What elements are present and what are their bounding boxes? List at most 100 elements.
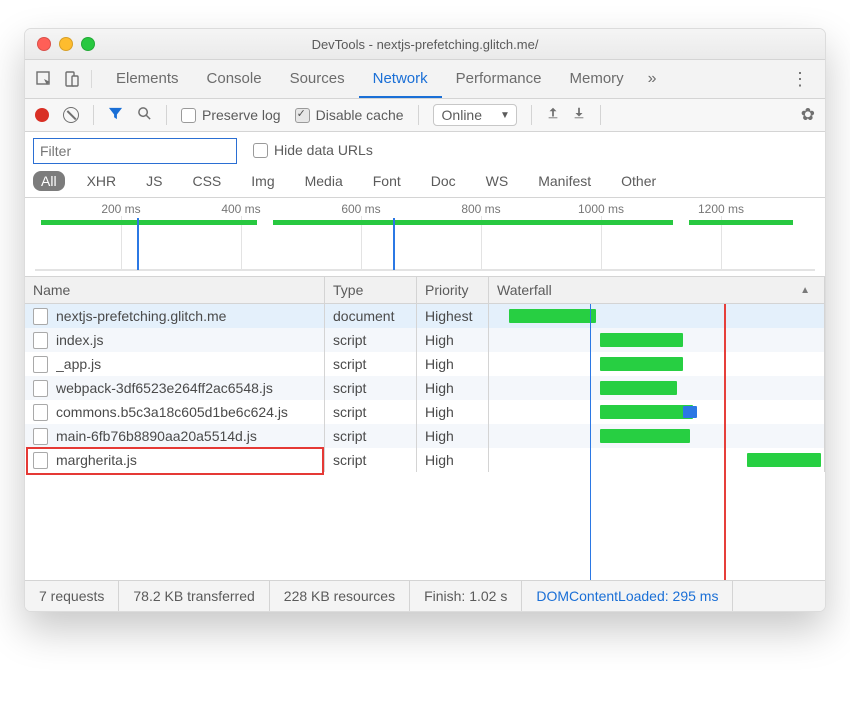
clear-button[interactable] [63, 107, 79, 123]
table-row[interactable]: margherita.js scriptHigh [25, 448, 825, 472]
waterfall-bar [600, 357, 684, 371]
request-name: index.js [56, 332, 103, 348]
status-dcl: DOMContentLoaded: 295 ms [522, 581, 733, 611]
waterfall-bar [509, 309, 596, 323]
waterfall-bar [600, 405, 694, 419]
tab-sources[interactable]: Sources [276, 60, 359, 98]
window-title: DevTools - nextjs-prefetching.glitch.me/ [25, 37, 825, 52]
column-priority[interactable]: Priority [417, 277, 489, 303]
separator [531, 105, 532, 125]
status-transferred: 78.2 KB transferred [119, 581, 269, 611]
file-icon [33, 356, 48, 373]
timeline-tick: 200 ms [101, 202, 140, 216]
file-icon [33, 428, 48, 445]
tab-console[interactable]: Console [193, 60, 276, 98]
request-type: script [325, 448, 417, 472]
separator [418, 105, 419, 125]
request-name: webpack-3df6523e264ff2ac6548.js [56, 380, 273, 396]
request-type: script [325, 400, 417, 424]
file-icon [33, 404, 48, 421]
titlebar: DevTools - nextjs-prefetching.glitch.me/ [25, 29, 825, 60]
tab-memory[interactable]: Memory [556, 60, 638, 98]
settings-icon[interactable]: ✿ [801, 105, 815, 125]
disable-cache-checkbox[interactable]: Disable cache [295, 107, 404, 124]
request-priority: High [417, 352, 489, 376]
sort-asc-icon: ▲ [800, 285, 816, 296]
table-row[interactable]: commons.b5c3a18c605d1be6c624.js scriptHig… [25, 400, 825, 424]
separator [166, 105, 167, 125]
throttling-value: Online [442, 107, 482, 123]
toggle-device-icon[interactable] [63, 70, 81, 88]
tab-performance[interactable]: Performance [442, 60, 556, 98]
tab-elements[interactable]: Elements [102, 60, 193, 98]
request-priority: Highest [417, 304, 489, 328]
request-type: script [325, 328, 417, 352]
resource-type-filter: All XHR JS CSS Img Media Font Doc WS Manifest Othe… [25, 169, 825, 198]
request-name: margherita.js [56, 452, 137, 468]
kebab-menu-icon[interactable]: ⋮ [785, 69, 815, 90]
type-filter-media[interactable]: Media [297, 171, 351, 191]
hide-data-urls-checkbox[interactable]: Hide data URLs [253, 142, 373, 160]
request-priority: High [417, 328, 489, 352]
column-type[interactable]: Type [325, 277, 417, 303]
timeline-tick: 800 ms [461, 202, 500, 216]
request-name: commons.b5c3a18c605d1be6c624.js [56, 404, 288, 420]
request-name: main-6fb76b8890aa20a5514d.js [56, 428, 257, 444]
download-har-icon[interactable] [572, 106, 586, 124]
record-button[interactable] [35, 108, 49, 122]
type-filter-other[interactable]: Other [613, 171, 664, 191]
type-filter-css[interactable]: CSS [184, 171, 229, 191]
table-row[interactable]: nextjs-prefetching.glitch.medocumentHigh… [25, 304, 825, 328]
select-element-icon[interactable] [35, 70, 53, 88]
search-icon[interactable] [137, 106, 152, 125]
column-name[interactable]: Name [25, 277, 325, 303]
filter-bar: Hide data URLs [25, 132, 825, 169]
waterfall-bar [600, 381, 677, 395]
preserve-log-checkbox[interactable]: Preserve log [181, 107, 281, 124]
request-priority: High [417, 376, 489, 400]
table-row[interactable]: _app.jsscriptHigh [25, 352, 825, 376]
timeline-tick: 400 ms [221, 202, 260, 216]
type-filter-js[interactable]: JS [138, 171, 170, 191]
type-filter-font[interactable]: Font [365, 171, 409, 191]
filter-toggle-icon[interactable] [108, 106, 123, 125]
network-toolbar: Preserve log Disable cache Online ▼ ✿ [25, 99, 825, 132]
table-row[interactable]: index.js scriptHigh [25, 328, 825, 352]
request-name: nextjs-prefetching.glitch.me [56, 308, 226, 324]
type-filter-xhr[interactable]: XHR [79, 171, 125, 191]
status-bar: 7 requests 78.2 KB transferred 228 KB re… [25, 580, 825, 611]
column-waterfall[interactable]: Waterfall▲ [489, 277, 825, 303]
request-table: Name Type Priority Waterfall▲ nextjs-pre… [25, 277, 825, 580]
table-row[interactable]: webpack-3df6523e264ff2ac6548.js scriptHig… [25, 376, 825, 400]
request-type: script [325, 424, 417, 448]
type-filter-manifest[interactable]: Manifest [530, 171, 599, 191]
timeline-tick: 1200 ms [698, 202, 744, 216]
throttling-select[interactable]: Online ▼ [433, 104, 517, 126]
timeline-tick: 600 ms [341, 202, 380, 216]
type-filter-doc[interactable]: Doc [423, 171, 464, 191]
separator [600, 105, 601, 125]
filter-input[interactable] [33, 138, 237, 164]
type-filter-all[interactable]: All [33, 171, 65, 191]
upload-har-icon[interactable] [546, 106, 560, 124]
devtools-window: DevTools - nextjs-prefetching.glitch.me/… [24, 28, 826, 612]
type-filter-img[interactable]: Img [243, 171, 282, 191]
status-requests: 7 requests [25, 581, 119, 611]
type-filter-ws[interactable]: WS [478, 171, 517, 191]
request-priority: High [417, 448, 489, 472]
timeline-overview[interactable]: 200 ms 400 ms 600 ms 800 ms 1000 ms 1200 ms [25, 198, 825, 277]
table-row[interactable]: main-6fb76b8890aa20a5514d.js scriptHigh [25, 424, 825, 448]
chevron-down-icon: ▼ [500, 110, 510, 121]
more-panels-icon[interactable]: » [638, 70, 667, 88]
separator [93, 105, 94, 125]
tab-network[interactable]: Network [359, 60, 442, 98]
file-icon [33, 380, 48, 397]
waterfall-bar [600, 333, 684, 347]
request-priority: High [417, 400, 489, 424]
waterfall-bar [747, 453, 821, 467]
status-finish: Finish: 1.02 s [410, 581, 522, 611]
request-type: script [325, 376, 417, 400]
request-priority: High [417, 424, 489, 448]
panel-tabbar: ElementsConsoleSourcesNetworkPerformance… [25, 60, 825, 99]
timeline-tick: 1000 ms [578, 202, 624, 216]
